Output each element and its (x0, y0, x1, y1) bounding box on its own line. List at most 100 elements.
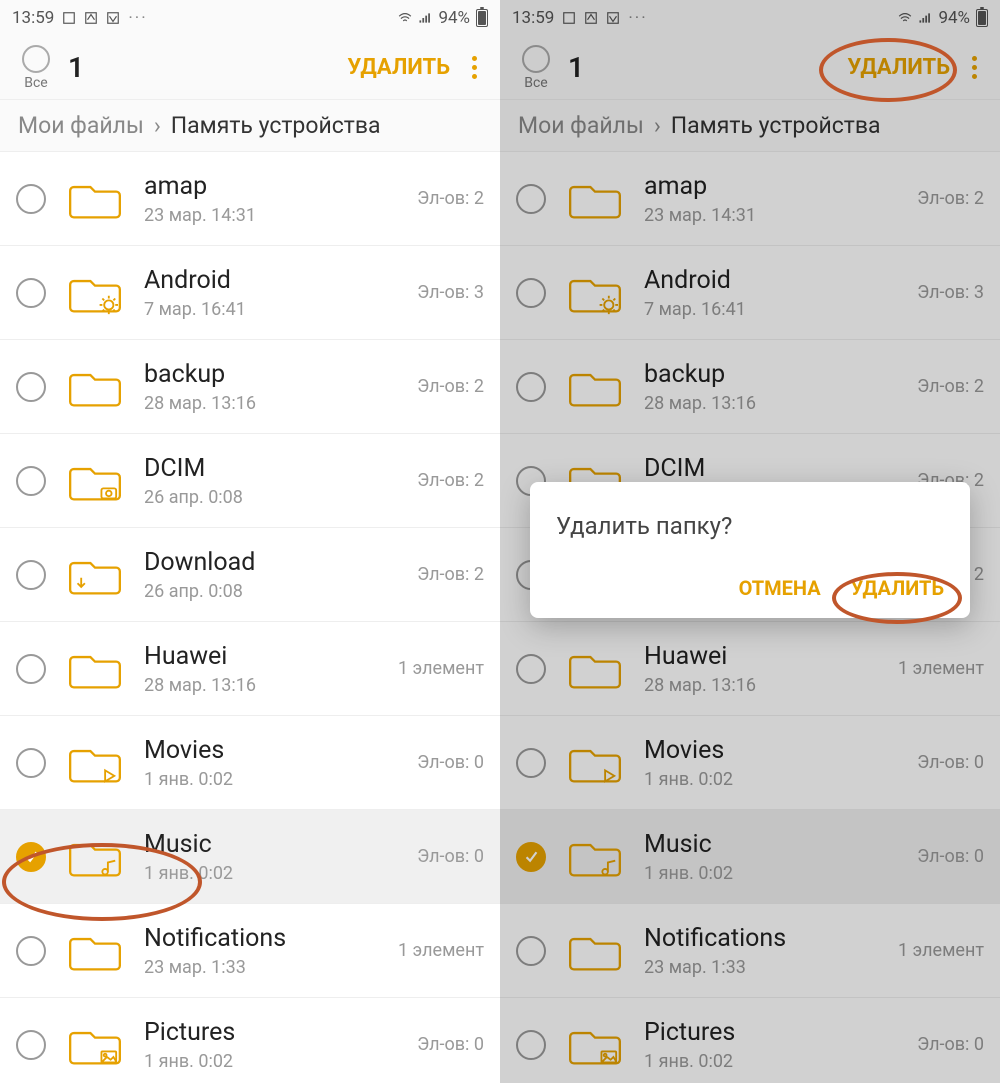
row-checkbox[interactable] (16, 936, 46, 966)
chevron-right-icon: › (654, 112, 661, 139)
row-checkbox[interactable] (516, 936, 546, 966)
folder-date: 26 апр. 0:08 (144, 581, 417, 602)
folder-icon (566, 270, 624, 316)
folder-count: Эл-ов: 2 (417, 376, 484, 397)
topbar: Все 1 УДАЛИТЬ (500, 36, 1000, 100)
wifi-icon (898, 11, 912, 25)
folder-date: 1 янв. 0:02 (144, 1051, 417, 1072)
folder-count: 1 элемент (898, 658, 984, 679)
status-time: 13:59 (512, 8, 554, 28)
row-checkbox[interactable] (16, 654, 46, 684)
folder-row[interactable]: Pictures 1 янв. 0:02Эл-ов: 0 (0, 998, 500, 1083)
folder-count: Эл-ов: 3 (417, 282, 484, 303)
folder-row[interactable]: Android 7 мар. 16:41Эл-ов: 3 (0, 246, 500, 340)
select-all-toggle[interactable]: Все (512, 45, 560, 91)
row-checkbox[interactable] (516, 372, 546, 402)
breadcrumb-current: Память устройства (171, 112, 381, 139)
folder-row[interactable]: Movies 1 янв. 0:02Эл-ов: 0 (500, 716, 1000, 810)
folder-date: 23 мар. 14:31 (644, 205, 917, 226)
folder-row[interactable]: Android 7 мар. 16:41Эл-ов: 3 (500, 246, 1000, 340)
folder-count: Эл-ов: 0 (917, 846, 984, 867)
breadcrumb: Мои файлы › Память устройства (0, 100, 500, 152)
folder-row[interactable]: Huawei 28 мар. 13:161 элемент (500, 622, 1000, 716)
folder-name: backup (144, 360, 417, 389)
breadcrumb-root[interactable]: Мои файлы (18, 112, 144, 139)
row-checkbox[interactable] (516, 1030, 546, 1060)
dialog-confirm-button[interactable]: УДАЛИТЬ (851, 576, 944, 600)
status-icon (62, 11, 76, 25)
row-checkbox[interactable] (516, 654, 546, 684)
topbar: Все 1 УДАЛИТЬ (0, 36, 500, 100)
folder-icon (66, 458, 124, 504)
folder-row[interactable]: Pictures 1 янв. 0:02Эл-ов: 0 (500, 998, 1000, 1083)
row-checkbox[interactable] (16, 278, 46, 308)
breadcrumb-current: Память устройства (671, 112, 881, 139)
folder-row[interactable]: backup 28 мар. 13:16Эл-ов: 2 (0, 340, 500, 434)
more-button[interactable] (460, 56, 488, 79)
folder-icon (66, 270, 124, 316)
folder-icon (566, 740, 624, 786)
row-checkbox[interactable] (16, 842, 46, 872)
folder-count: Эл-ов: 2 (917, 376, 984, 397)
folder-count: Эл-ов: 3 (917, 282, 984, 303)
status-battery-pct: 94% (938, 8, 970, 28)
folder-icon (566, 364, 624, 410)
folder-count: Эл-ов: 2 (417, 470, 484, 491)
folder-icon (66, 176, 124, 222)
folder-row[interactable]: Music 1 янв. 0:02Эл-ов: 0 (0, 810, 500, 904)
folder-row[interactable]: Notifications 23 мар. 1:331 элемент (500, 904, 1000, 998)
status-icon (584, 11, 598, 25)
folder-date: 1 янв. 0:02 (144, 769, 417, 790)
panel-right: 13:59 ··· 94% Все 1 УДАЛИТЬ Мои файлы › … (500, 0, 1000, 1083)
folder-name: Notifications (144, 924, 398, 953)
row-checkbox[interactable] (16, 184, 46, 214)
folder-row[interactable]: backup 28 мар. 13:16Эл-ов: 2 (500, 340, 1000, 434)
folder-row[interactable]: amap 23 мар. 14:31Эл-ов: 2 (0, 152, 500, 246)
row-checkbox[interactable] (516, 184, 546, 214)
folder-date: 1 янв. 0:02 (644, 769, 917, 790)
row-checkbox[interactable] (516, 748, 546, 778)
folder-date: 23 мар. 14:31 (144, 205, 417, 226)
folder-icon (66, 834, 124, 880)
folder-list-left: amap 23 мар. 14:31Эл-ов: 2 Android 7 мар… (0, 152, 500, 1083)
dialog-title: Удалить папку? (556, 512, 944, 540)
folder-row[interactable]: Music 1 янв. 0:02Эл-ов: 0 (500, 810, 1000, 904)
status-time: 13:59 (12, 8, 54, 28)
row-checkbox[interactable] (16, 466, 46, 496)
breadcrumb-root[interactable]: Мои файлы (518, 112, 644, 139)
folder-count: Эл-ов: 0 (417, 846, 484, 867)
folder-row[interactable]: DCIM 26 апр. 0:08Эл-ов: 2 (0, 434, 500, 528)
battery-icon (476, 9, 488, 27)
status-battery-pct: 94% (438, 8, 470, 28)
select-all-toggle[interactable]: Все (12, 45, 60, 91)
folder-name: backup (644, 360, 917, 389)
selected-count: 1 (568, 51, 584, 84)
chevron-right-icon: › (154, 112, 161, 139)
row-checkbox[interactable] (16, 372, 46, 402)
folder-count: Эл-ов: 0 (417, 752, 484, 773)
more-button[interactable] (960, 56, 988, 79)
row-checkbox[interactable] (16, 1030, 46, 1060)
folder-date: 23 мар. 1:33 (144, 957, 398, 978)
folder-date: 23 мар. 1:33 (644, 957, 898, 978)
delete-button[interactable]: УДАЛИТЬ (347, 55, 450, 80)
folder-name: Android (644, 266, 917, 295)
delete-button[interactable]: УДАЛИТЬ (847, 55, 950, 80)
folder-name: Android (144, 266, 417, 295)
folder-row[interactable]: Huawei 28 мар. 13:161 элемент (0, 622, 500, 716)
folder-row[interactable]: Download 26 апр. 0:08Эл-ов: 2 (0, 528, 500, 622)
folder-row[interactable]: amap 23 мар. 14:31Эл-ов: 2 (500, 152, 1000, 246)
status-icon (84, 11, 98, 25)
folder-date: 26 апр. 0:08 (144, 487, 417, 508)
dialog-cancel-button[interactable]: ОТМЕНА (739, 576, 821, 600)
status-icon (562, 11, 576, 25)
folder-icon (566, 1022, 624, 1068)
folder-icon (66, 552, 124, 598)
row-checkbox[interactable] (16, 748, 46, 778)
row-checkbox[interactable] (16, 560, 46, 590)
folder-row[interactable]: Movies 1 янв. 0:02Эл-ов: 0 (0, 716, 500, 810)
row-checkbox[interactable] (516, 278, 546, 308)
row-checkbox[interactable] (516, 842, 546, 872)
folder-row[interactable]: Notifications 23 мар. 1:331 элемент (0, 904, 500, 998)
folder-name: DCIM (144, 454, 417, 483)
